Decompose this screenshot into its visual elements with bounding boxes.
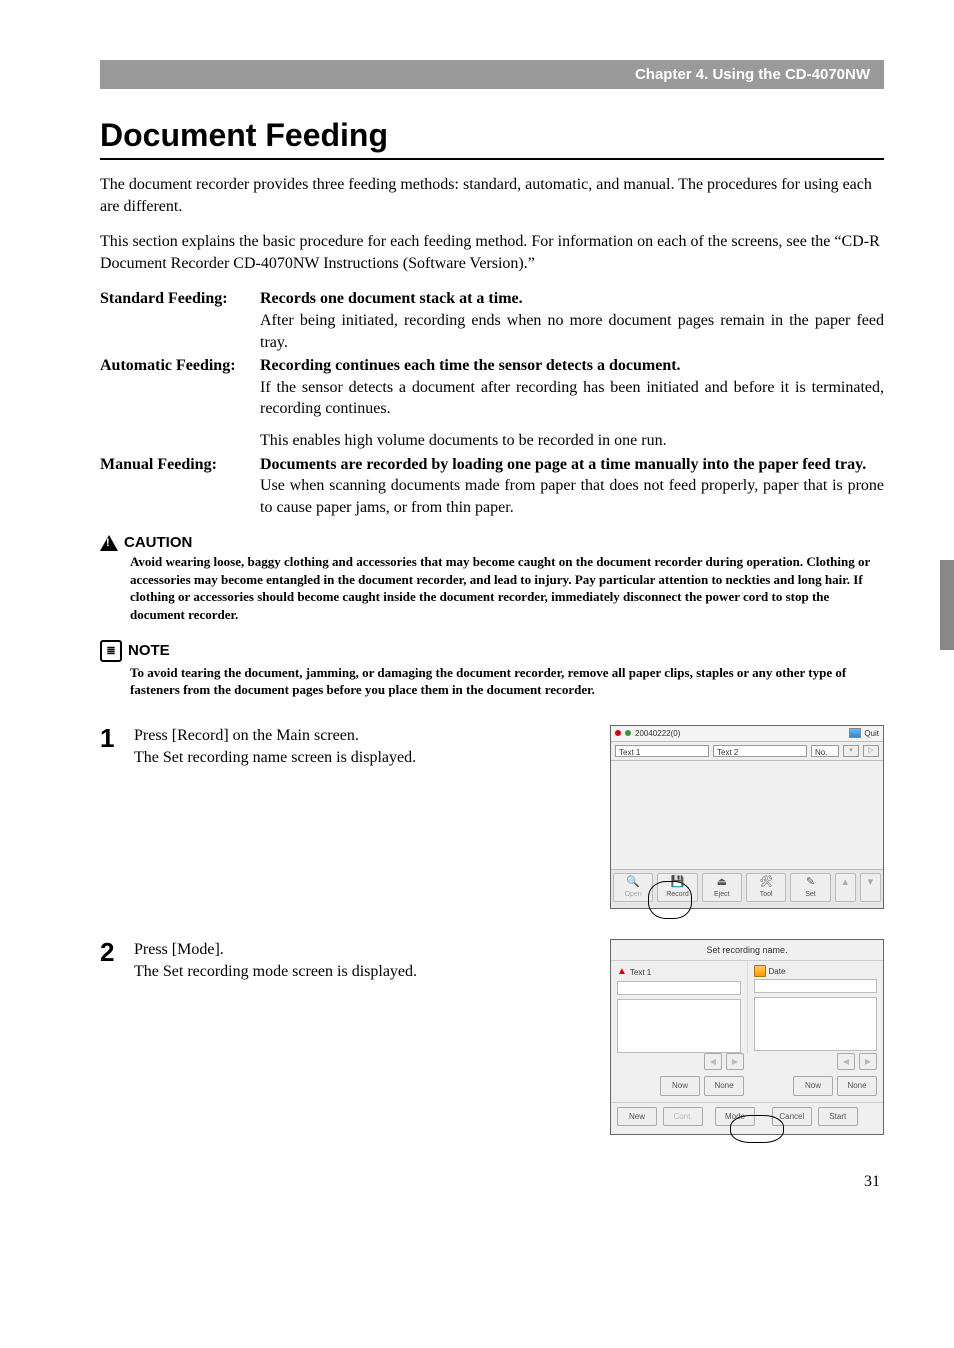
set-recording-title: Set recording name.: [611, 940, 883, 962]
eject-button[interactable]: ⏏ Eject: [702, 873, 742, 902]
set-recording-screenshot: Set recording name. ▲ Text 1: [610, 939, 884, 1135]
text1-list[interactable]: [617, 999, 741, 1053]
quit-label: Quit: [864, 728, 879, 739]
caution-title: CAUTION: [124, 534, 192, 551]
record-button[interactable]: 💾 Record: [657, 873, 697, 902]
cancel-button[interactable]: Cancel: [772, 1107, 812, 1126]
intro-paragraph-1: The document recorder provides three fee…: [100, 174, 884, 217]
open-icon: 🔍: [614, 876, 652, 890]
side-tab: [940, 560, 954, 650]
feeding-automatic-head: Recording continues each time the sensor…: [260, 357, 681, 374]
new-button[interactable]: New: [617, 1107, 657, 1126]
text1-input[interactable]: [617, 981, 741, 995]
page-number: 31: [100, 1173, 884, 1191]
feeding-manual-head: Documents are recorded by loading one pa…: [260, 456, 866, 473]
date-next-button[interactable]: ▶: [859, 1053, 877, 1070]
step-2: 2 Press [Mode]. The Set recording mode s…: [100, 939, 884, 1143]
tool-button[interactable]: 🛠 Tool: [746, 873, 786, 902]
note-icon: ≣: [100, 640, 122, 662]
intro-paragraph-2: This section explains the basic procedur…: [100, 231, 884, 274]
feeding-standard-head: Records one document stack at a time.: [260, 290, 523, 307]
caution-body: Avoid wearing loose, baggy clothing and …: [130, 553, 884, 623]
step-1-number: 1: [100, 725, 134, 919]
feeding-standard-label: Standard Feeding:: [100, 288, 260, 353]
no-field[interactable]: No.: [811, 745, 839, 757]
date-none-button[interactable]: None: [837, 1076, 877, 1095]
open-label: Open: [614, 890, 652, 900]
status-indicator-icon: [625, 730, 631, 736]
eject-icon: ⏏: [703, 876, 741, 890]
chapter-header: Chapter 4. Using the CD-4070NW: [100, 60, 884, 89]
next-button[interactable]: ▷: [863, 745, 879, 757]
feeding-manual-label: Manual Feeding:: [100, 454, 260, 519]
tool-icon: 🛠: [747, 876, 785, 890]
date-header: Date: [769, 966, 786, 977]
no-down-button[interactable]: ▾: [843, 745, 859, 757]
page-title: Document Feeding: [100, 117, 884, 154]
set-button[interactable]: ✎ Set: [790, 873, 830, 902]
eject-label: Eject: [703, 890, 741, 900]
caution-block: CAUTION Avoid wearing loose, baggy cloth…: [100, 534, 884, 623]
text1-header: Text 1: [630, 967, 651, 978]
note-body: To avoid tearing the document, jamming, …: [130, 664, 884, 699]
mode-button[interactable]: Mode: [715, 1107, 755, 1126]
text1-prev-button[interactable]: ◀: [704, 1053, 722, 1070]
step-1: 1 Press [Record] on the Main screen. The…: [100, 725, 884, 919]
text1-marker-icon: ▲: [617, 965, 627, 979]
date-input[interactable]: [754, 979, 878, 993]
set-label: Set: [791, 890, 829, 900]
feeding-manual-body: Use when scanning documents made from pa…: [260, 477, 884, 516]
date-prev-button[interactable]: ◀: [837, 1053, 855, 1070]
quit-button[interactable]: Quit: [849, 728, 879, 739]
step-1-line1: Press [Record] on the Main screen.: [134, 725, 590, 747]
text1-none-button[interactable]: None: [704, 1076, 744, 1095]
preview-area: [611, 761, 883, 869]
record-label: Record: [658, 890, 696, 900]
start-button[interactable]: Start: [818, 1107, 858, 1126]
record-icon: 💾: [658, 876, 696, 890]
feeding-standard: Standard Feeding: Records one document s…: [100, 288, 884, 353]
note-block: ≣ NOTE To avoid tearing the document, ja…: [100, 640, 884, 699]
record-indicator-icon: [615, 730, 621, 736]
step-2-line1: Press [Mode].: [134, 939, 590, 961]
note-title: NOTE: [128, 642, 170, 659]
feeding-automatic-extra: This enables high volume documents to be…: [100, 430, 884, 452]
feeding-manual: Manual Feeding: Documents are recorded b…: [100, 454, 884, 519]
text2-field[interactable]: Text 2: [713, 745, 807, 757]
main-screen-screenshot: 20040222(0) Quit Text 1 Text 2 No. ▾: [610, 725, 884, 909]
text1-now-button[interactable]: Now: [660, 1076, 700, 1095]
nav-down-button[interactable]: ▾: [860, 873, 881, 902]
cont-button[interactable]: Cont.: [663, 1107, 703, 1126]
date-now-button[interactable]: Now: [793, 1076, 833, 1095]
text1-field[interactable]: Text 1: [615, 745, 709, 757]
feeding-automatic-body2: This enables high volume documents to be…: [260, 432, 667, 449]
calendar-icon: [754, 965, 766, 977]
quit-icon: [849, 728, 861, 738]
feeding-automatic-label: Automatic Feeding:: [100, 355, 260, 420]
text1-next-button[interactable]: ▶: [726, 1053, 744, 1070]
feeding-automatic-body1: If the sensor detects a document after r…: [260, 379, 884, 418]
tool-label: Tool: [747, 890, 785, 900]
step-1-line2: The Set recording name screen is display…: [134, 747, 590, 769]
title-rule: [100, 158, 884, 160]
open-button[interactable]: 🔍 Open: [613, 873, 653, 902]
step-2-line2: The Set recording mode screen is display…: [134, 961, 590, 983]
nav-up-button[interactable]: ▴: [835, 873, 856, 902]
feeding-automatic: Automatic Feeding: Recording continues e…: [100, 355, 884, 420]
disc-id-label: 20040222(0): [635, 728, 680, 739]
warning-icon: [100, 535, 118, 551]
step-2-number: 2: [100, 939, 134, 1143]
feeding-standard-body: After being initiated, recording ends wh…: [260, 312, 884, 351]
date-list[interactable]: [754, 997, 878, 1051]
set-icon: ✎: [791, 876, 829, 890]
